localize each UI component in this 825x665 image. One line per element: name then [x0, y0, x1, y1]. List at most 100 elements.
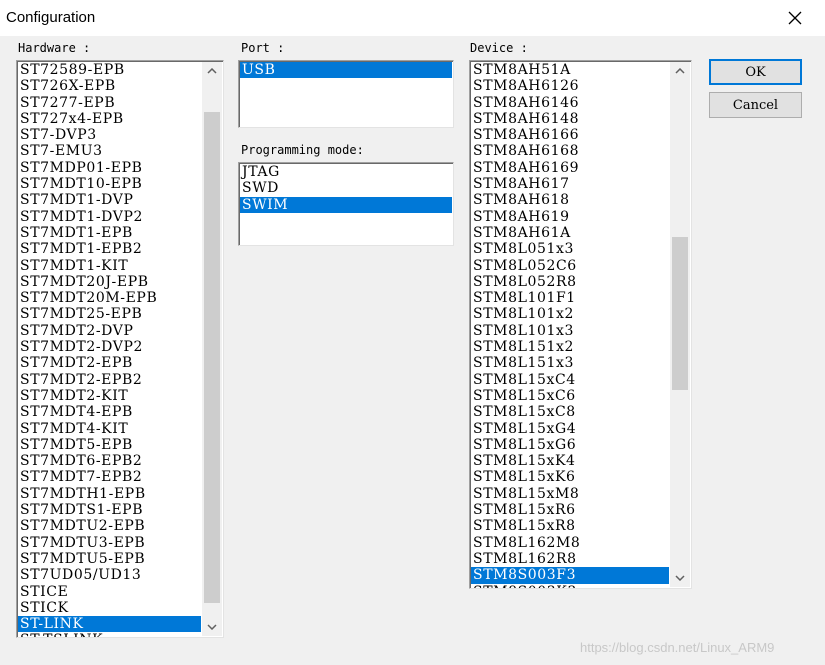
device-list-item[interactable]: STM8AH618: [471, 192, 669, 208]
programming-mode-list-item[interactable]: SWD: [240, 180, 452, 196]
close-button[interactable]: [775, 0, 815, 36]
port-list-item[interactable]: USB: [240, 62, 452, 79]
port-label: Port :: [241, 41, 285, 55]
device-list-item[interactable]: STM8L052C6: [471, 258, 669, 274]
device-list-item[interactable]: STM8L051x3: [471, 241, 669, 257]
device-list-item[interactable]: STM8L15xC8: [471, 404, 669, 420]
hardware-list-item[interactable]: ST7UD05/UD13: [18, 567, 201, 583]
device-list-item[interactable]: STM8L15xC6: [471, 388, 669, 404]
device-list-item[interactable]: STM8AH6146: [471, 95, 669, 111]
device-list-item[interactable]: STM8AH6168: [471, 143, 669, 159]
device-list-item[interactable]: STM8AH51A: [471, 62, 669, 78]
device-list-item[interactable]: STM8AH6126: [471, 78, 669, 94]
hardware-list-item[interactable]: ST7MDT20J-EPB: [18, 274, 201, 290]
close-icon: [788, 11, 802, 25]
window-title: Configuration: [6, 9, 96, 26]
chevron-up-icon: [207, 68, 217, 74]
hardware-list-item[interactable]: ST7MDT2-DVP: [18, 323, 201, 339]
hardware-list-item[interactable]: ST7MDT6-EPB2: [18, 453, 201, 469]
hardware-list-item[interactable]: ST7277-EPB: [18, 95, 201, 111]
hardware-list-item[interactable]: ST7MDP01-EPB: [18, 160, 201, 176]
device-scrollbar[interactable]: [670, 62, 690, 587]
hardware-list-item[interactable]: ST7MDTU2-EPB: [18, 518, 201, 534]
hardware-list-item[interactable]: ST7-EMU3: [18, 143, 201, 159]
programming-mode-listbox[interactable]: JTAG SWD SWIM: [238, 162, 454, 246]
hardware-list-item[interactable]: ST-TSLINK: [18, 632, 201, 637]
device-list-item[interactable]: STM8L15xK4: [471, 453, 669, 469]
device-list-item[interactable]: STM8L101F1: [471, 290, 669, 306]
hardware-list-item[interactable]: ST7MDT20M-EPB: [18, 290, 201, 306]
hardware-list-item[interactable]: ST7MDT4-KIT: [18, 421, 201, 437]
hardware-listbox[interactable]: ST72589-EPB ST726X-EPB ST7277-EPB ST727x4-E…: [16, 60, 224, 638]
device-list-item[interactable]: STM8L151x3: [471, 355, 669, 371]
device-list-item[interactable]: STM8AH617: [471, 176, 669, 192]
device-list-item[interactable]: STM8L15xR8: [471, 518, 669, 534]
programming-mode-list-item[interactable]: JTAG: [240, 164, 452, 180]
device-listbox[interactable]: STM8AH51A STM8AH6126 STM8AH6146 STM8AH6148 S…: [469, 60, 692, 589]
hardware-list-item[interactable]: ST7MDT2-EPB2: [18, 372, 201, 388]
hardware-list-item[interactable]: ST726X-EPB: [18, 78, 201, 94]
hardware-list-item[interactable]: ST7MDT2-KIT: [18, 388, 201, 404]
device-list-item[interactable]: STM8L101x2: [471, 306, 669, 322]
chevron-down-icon: [207, 624, 217, 630]
hardware-list-item[interactable]: ST7MDT1-DVP2: [18, 209, 201, 225]
device-list-item[interactable]: STM8L162M8: [471, 535, 669, 551]
hardware-list-item[interactable]: ST7MDT4-EPB: [18, 404, 201, 420]
hardware-list-item[interactable]: STICE: [18, 584, 201, 600]
hardware-list-item[interactable]: ST7MDT10-EPB: [18, 176, 201, 192]
device-list-item[interactable]: STM8AH619: [471, 209, 669, 225]
hardware-list-item[interactable]: ST7MDT1-KIT: [18, 258, 201, 274]
device-list-item[interactable]: STM8S003F3: [471, 567, 669, 584]
hardware-list-item[interactable]: ST72589-EPB: [18, 62, 201, 78]
chevron-up-icon: [675, 68, 685, 74]
device-list-item[interactable]: STM8AH6169: [471, 160, 669, 176]
device-list-item[interactable]: STM8AH6166: [471, 127, 669, 143]
device-list-item[interactable]: STM8S003K3: [471, 584, 669, 589]
hardware-list-item[interactable]: ST727x4-EPB: [18, 111, 201, 127]
scroll-thumb[interactable]: [672, 237, 688, 390]
device-list-item[interactable]: STM8L15xC4: [471, 372, 669, 388]
scroll-up-button[interactable]: [202, 62, 222, 80]
device-list-item[interactable]: STM8L101x3: [471, 323, 669, 339]
window-edge: [817, 36, 825, 665]
hardware-list-item[interactable]: ST7MDT7-EPB2: [18, 469, 201, 485]
device-list-item[interactable]: STM8L15xM8: [471, 486, 669, 502]
hardware-list-item[interactable]: ST7MDT25-EPB: [18, 306, 201, 322]
hardware-list-item[interactable]: ST7MDT2-EPB: [18, 355, 201, 371]
hardware-list-item[interactable]: ST7MDT2-DVP2: [18, 339, 201, 355]
device-list-item[interactable]: STM8AH6148: [471, 111, 669, 127]
device-list-item[interactable]: STM8AH61A: [471, 225, 669, 241]
hardware-label: Hardware :: [18, 41, 91, 55]
scroll-down-button[interactable]: [202, 618, 222, 636]
scroll-thumb[interactable]: [204, 112, 220, 603]
hardware-list-item[interactable]: ST7MDTU3-EPB: [18, 535, 201, 551]
hardware-list-item[interactable]: ST7MDT1-DVP: [18, 192, 201, 208]
scroll-up-button[interactable]: [670, 62, 690, 80]
hardware-list-item[interactable]: ST7MDT1-EPB2: [18, 241, 201, 257]
hardware-list-item[interactable]: ST7MDT1-EPB: [18, 225, 201, 241]
hardware-list-item[interactable]: ST7MDT5-EPB: [18, 437, 201, 453]
scroll-down-button[interactable]: [670, 569, 690, 587]
port-listbox[interactable]: USB: [238, 60, 454, 128]
hardware-list-item[interactable]: STICK: [18, 600, 201, 616]
ok-button[interactable]: OK: [709, 59, 802, 85]
hardware-list-item[interactable]: ST7MDTH1-EPB: [18, 486, 201, 502]
hardware-list-item[interactable]: ST7-DVP3: [18, 127, 201, 143]
device-list-item[interactable]: STM8L15xK6: [471, 469, 669, 485]
title-bar: Configuration: [0, 0, 825, 36]
device-list-item[interactable]: STM8L151x2: [471, 339, 669, 355]
device-label: Device :: [470, 41, 528, 55]
device-list-item[interactable]: STM8L15xG4: [471, 421, 669, 437]
hardware-scrollbar[interactable]: [202, 62, 222, 636]
hardware-list-item[interactable]: ST7MDTU5-EPB: [18, 551, 201, 567]
device-list-item[interactable]: STM8L052R8: [471, 274, 669, 290]
device-list-item[interactable]: STM8L162R8: [471, 551, 669, 567]
programming-mode-list-item[interactable]: SWIM: [240, 196, 452, 213]
hardware-list-item[interactable]: ST-LINK: [18, 616, 201, 633]
device-list-item[interactable]: STM8L15xG6: [471, 437, 669, 453]
device-list-item[interactable]: STM8L15xR6: [471, 502, 669, 518]
watermark: https://blog.csdn.net/Linux_ARM9: [580, 640, 775, 655]
programming-mode-label: Programming mode:: [241, 143, 364, 157]
hardware-list-item[interactable]: ST7MDTS1-EPB: [18, 502, 201, 518]
cancel-button[interactable]: Cancel: [709, 92, 802, 118]
